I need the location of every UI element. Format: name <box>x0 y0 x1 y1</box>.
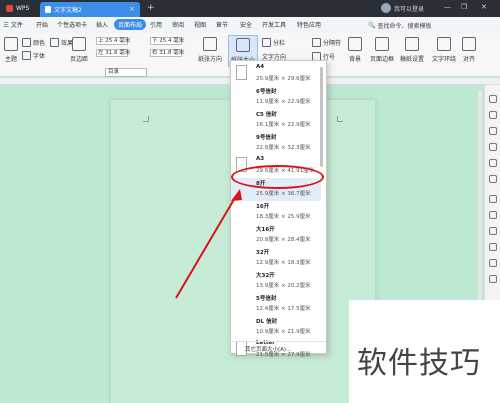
watermark-text: 软件技巧 <box>357 346 481 381</box>
